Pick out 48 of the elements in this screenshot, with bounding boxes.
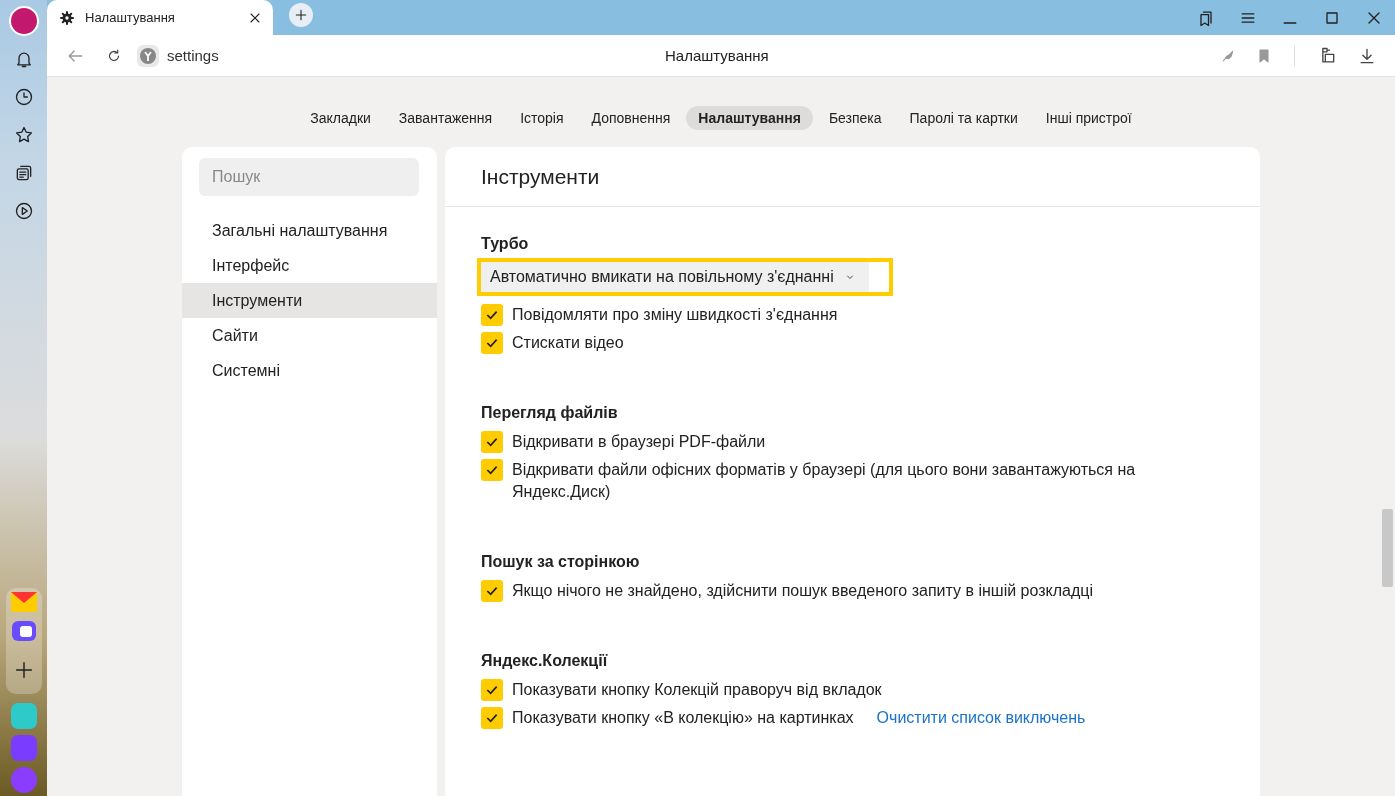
checkbox-label: Відкривати файли офісних форматів у браузері (для цього вони завантажуються на Яндекс.Диск) bbox=[512, 460, 1137, 502]
checkbox-label: Якщо нічого не знайдено, здійснити пошук введеного запиту в іншій розкладці bbox=[512, 581, 1093, 601]
nav-tab[interactable]: Безпека bbox=[816, 106, 894, 130]
sidebar-item[interactable]: Системні bbox=[182, 353, 437, 388]
messenger-icon[interactable] bbox=[10, 620, 37, 642]
section-title: Перегляд файлів bbox=[481, 404, 619, 422]
address-field[interactable]: settings bbox=[167, 47, 587, 64]
checkbox[interactable] bbox=[481, 679, 503, 701]
panel-title: Інструменти bbox=[445, 147, 1260, 207]
sidebar-item[interactable]: Інструменти bbox=[182, 283, 437, 318]
section-title: Яндекс.Колекції bbox=[481, 652, 609, 670]
checkbox-label: Стискати відео bbox=[512, 333, 624, 353]
search-field[interactable]: Пошук bbox=[199, 158, 419, 196]
checkbox[interactable] bbox=[481, 580, 503, 602]
sidebar-item[interactable]: Сайти bbox=[182, 318, 437, 353]
star-icon[interactable] bbox=[13, 125, 34, 145]
nav-tab[interactable]: Налаштування bbox=[686, 106, 813, 130]
sidebar-item[interactable]: Загальні налаштування bbox=[182, 213, 437, 248]
checkbox[interactable] bbox=[481, 332, 503, 354]
sidebar-item[interactable]: Інтерфейс bbox=[182, 248, 437, 283]
nav-tab[interactable]: Паролі та картки bbox=[897, 106, 1030, 130]
checkbox-label: Показувати кнопку «В колекцію» на картинках bbox=[512, 708, 854, 728]
checkbox-label: Показувати кнопку Колекцій праворуч від вкладок bbox=[512, 680, 882, 700]
site-icon bbox=[137, 44, 159, 67]
clear-list-link[interactable]: Очистити список виключень bbox=[876, 707, 1086, 729]
profile-avatar[interactable] bbox=[8, 6, 39, 36]
bookmark-icon[interactable] bbox=[1256, 47, 1272, 64]
checkbox-label: Повідомляти про зміну швидкості з'єднання bbox=[512, 305, 838, 325]
scrollbar-thumb[interactable] bbox=[1382, 509, 1393, 587]
page-title: Налаштування bbox=[664, 47, 770, 64]
checkbox[interactable] bbox=[481, 431, 503, 453]
checkbox[interactable] bbox=[481, 304, 503, 326]
checkbox-label: Відкривати в браузері PDF-файли bbox=[512, 432, 766, 452]
gear-icon[interactable] bbox=[59, 9, 75, 26]
section-title: Пошук за сторінкою bbox=[481, 553, 641, 571]
nav-tab[interactable]: Завантаження bbox=[386, 106, 505, 130]
browser-tab[interactable]: Налаштування bbox=[47, 0, 273, 35]
nav-tab[interactable]: Історія bbox=[508, 106, 576, 130]
checkbox[interactable] bbox=[481, 707, 503, 729]
clock-icon[interactable] bbox=[13, 87, 34, 107]
turbo-dropdown[interactable]: Автоматично вмикати на повільному з'єднанні bbox=[481, 262, 869, 292]
tab-title: Налаштування bbox=[85, 10, 176, 25]
checkbox[interactable] bbox=[481, 459, 503, 481]
nav-tab[interactable]: Доповнення bbox=[579, 106, 683, 130]
nav-tab[interactable]: Інші пристрої bbox=[1033, 106, 1144, 130]
section-title: Турбо bbox=[481, 235, 530, 253]
nav-tab[interactable]: Закладки bbox=[298, 106, 383, 130]
play-circle-icon[interactable] bbox=[13, 201, 34, 221]
